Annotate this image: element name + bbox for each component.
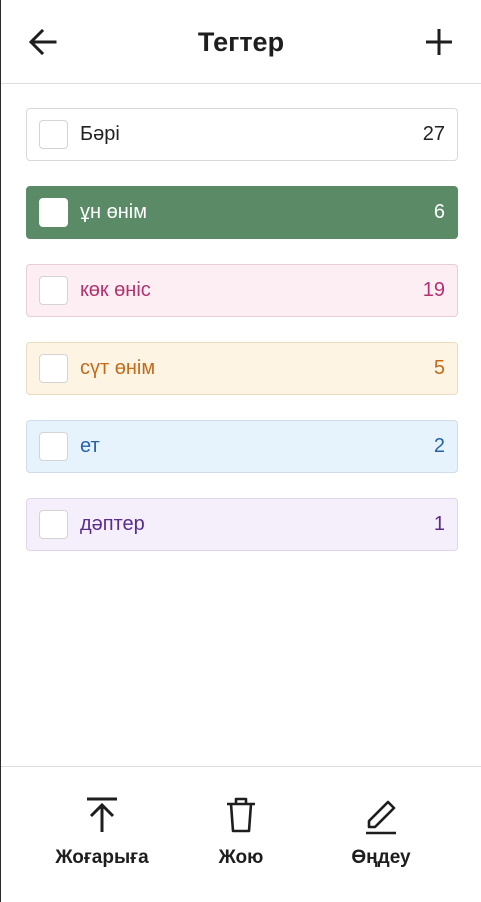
tag-row-notebook[interactable]: дәптер 1 xyxy=(26,498,458,551)
tag-count: 5 xyxy=(433,357,445,379)
tag-count: 2 xyxy=(433,435,445,457)
edit-button[interactable]: Өңдеу xyxy=(311,795,451,875)
tag-count: 6 xyxy=(433,201,445,223)
tag-label: ұн өнім xyxy=(80,201,147,223)
delete-label: Жою xyxy=(218,847,264,868)
move-to-top-label: Жоғарыға xyxy=(55,847,149,868)
tag-list: Бәрі 27 ұн өнім 6 көк өніс 19 сүт өнім 5… xyxy=(26,108,458,576)
bottom-action-bar: Жоғарыға Жою Өңдеу xyxy=(1,766,481,902)
tag-row-dairy[interactable]: сүт өнім 5 xyxy=(26,342,458,395)
tag-checkbox[interactable] xyxy=(39,198,68,227)
tag-label: көк өніс xyxy=(80,279,151,301)
pencil-icon xyxy=(366,800,396,835)
move-to-top-button[interactable]: Жоғарыға xyxy=(32,795,172,875)
delete-button[interactable]: Жою xyxy=(171,795,311,875)
tag-checkbox[interactable] xyxy=(39,432,68,461)
tag-checkbox[interactable] xyxy=(39,120,68,149)
page-title: Тегтер xyxy=(197,27,285,57)
tag-label: ет xyxy=(80,435,100,457)
tag-checkbox[interactable] xyxy=(39,354,68,383)
tag-row-all[interactable]: Бәрі 27 xyxy=(26,108,458,161)
app-header: Тегтер xyxy=(1,0,481,84)
tag-row-flour[interactable]: ұн өнім 6 xyxy=(26,186,458,239)
tag-count: 1 xyxy=(433,513,445,535)
tag-label: сүт өнім xyxy=(80,357,156,379)
tag-row-vegetables[interactable]: көк өніс 19 xyxy=(26,264,458,317)
tag-label: Бәрі xyxy=(80,123,120,145)
tag-checkbox[interactable] xyxy=(39,276,68,305)
tag-checkbox[interactable] xyxy=(39,510,68,539)
plus-icon[interactable] xyxy=(423,26,455,58)
tag-count: 19 xyxy=(422,279,445,301)
trash-icon xyxy=(227,797,255,833)
tags-screen: Тегтер Бәрі 27 ұн өнім 6 көк өніс 19 сүт… xyxy=(0,0,481,902)
tag-count: 27 xyxy=(422,123,445,145)
tag-row-meat[interactable]: ет 2 xyxy=(26,420,458,473)
edit-label: Өңдеу xyxy=(351,847,411,868)
arrow-up-to-line-icon xyxy=(87,797,117,832)
tag-label: дәптер xyxy=(80,513,145,535)
